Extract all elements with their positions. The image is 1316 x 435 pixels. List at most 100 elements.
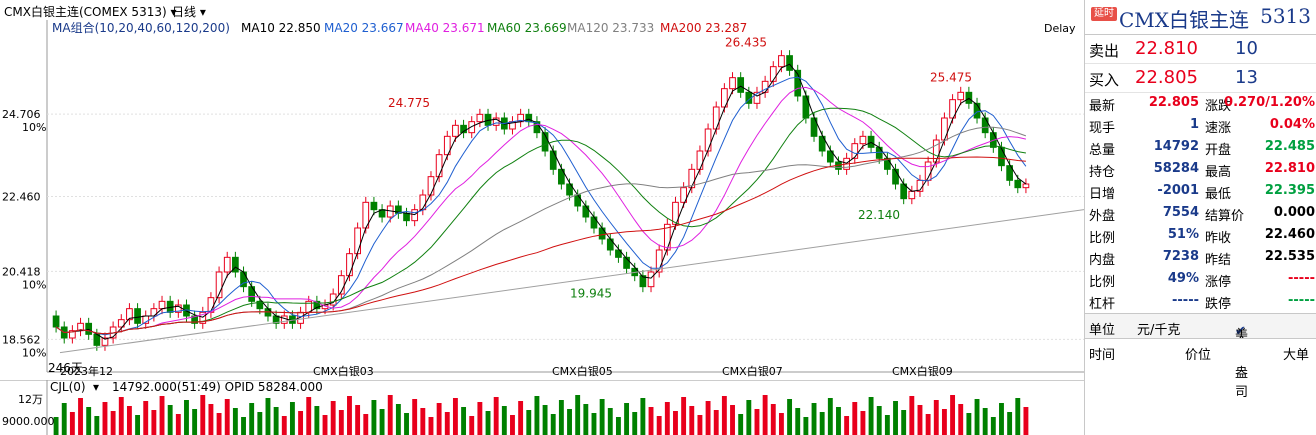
volume-bar	[208, 404, 214, 435]
volume-bar	[697, 415, 703, 435]
candle	[859, 135, 867, 145]
volume-bar	[558, 400, 564, 435]
candle	[1014, 179, 1022, 189]
stat-value: 22.485	[1264, 139, 1315, 154]
unit-value[interactable]: 元/千克	[1137, 319, 1180, 338]
candle	[452, 124, 459, 137]
volume-bar	[306, 397, 312, 435]
stat-value: 22.805	[1148, 95, 1199, 110]
volume-bar	[599, 399, 605, 435]
volume-bar	[852, 402, 858, 435]
stat-label: 最高	[1205, 165, 1232, 180]
stat-label: 昨收	[1205, 231, 1232, 246]
candle	[370, 201, 378, 211]
volume-bar	[982, 408, 988, 435]
candle	[908, 190, 916, 200]
candle	[786, 55, 793, 71]
stat-label: 最新	[1089, 99, 1116, 114]
volume-bar	[200, 395, 206, 435]
volume-bar	[656, 416, 662, 435]
volume-bar	[575, 395, 581, 435]
volume-bar	[461, 407, 467, 435]
y-tick-pct: 10%	[22, 121, 46, 134]
volume-bar	[550, 414, 556, 435]
volume-bar	[941, 409, 947, 435]
stat-value: 0.04%	[1269, 117, 1315, 132]
volume-bar	[844, 416, 850, 435]
candle	[468, 121, 476, 134]
instrument-title: CMX白银主连	[1119, 8, 1250, 32]
stat-value: 22.395	[1264, 183, 1315, 198]
volume-bar	[787, 399, 793, 435]
price-chart[interactable]: 24.70610%22.46020.41810%18.56210% 2023年1…	[0, 20, 1084, 380]
volume-bar	[893, 401, 898, 435]
volume-bar	[583, 404, 589, 435]
volume-bar	[966, 413, 972, 435]
volume-bar	[347, 396, 352, 435]
col-time: 时间	[1089, 348, 1116, 363]
volume-bar	[909, 396, 915, 435]
unit-label: 单位	[1089, 323, 1116, 338]
volume-chart[interactable]: CJL(0) ▾ 14792.000(51:49) OPID 58284.000…	[0, 380, 1084, 435]
volume-bar	[811, 403, 817, 435]
volume-bar	[901, 410, 907, 435]
period-dropdown[interactable]: 日线 ▾	[172, 3, 206, 20]
price-annotation: 26.435	[725, 36, 767, 50]
volume-bar	[314, 406, 320, 435]
candle	[998, 146, 1005, 167]
volume-bar	[664, 402, 670, 435]
stat-row: 比例 49% 涨停 -----	[1085, 268, 1316, 290]
volume-bar	[624, 403, 630, 435]
candle	[1022, 183, 1030, 189]
volume-bar	[526, 410, 532, 435]
stat-row: 总量 14792 开盘 22.485	[1085, 136, 1316, 158]
volume-bar	[241, 417, 246, 435]
volume-bar	[436, 403, 442, 435]
ask-price: 22.810	[1135, 38, 1198, 59]
bid-row: 买入 22.805 13	[1085, 63, 1316, 93]
stat-row: 持仓 58284 最高 22.810	[1085, 158, 1316, 180]
volume-bar	[94, 416, 100, 435]
stat-label: 速涨	[1205, 121, 1232, 136]
candle	[981, 117, 989, 134]
stat-value: 0.000	[1273, 205, 1315, 220]
volume-bar	[273, 407, 279, 435]
instrument-code: 5313	[1260, 4, 1311, 28]
volume-bar	[485, 411, 491, 435]
stat-label: 比例	[1089, 231, 1116, 246]
volume-bar	[974, 399, 980, 435]
volume-bar	[738, 414, 744, 435]
col-big: 大单	[1283, 348, 1310, 363]
volume-bar	[1007, 412, 1013, 435]
volume-bar	[705, 401, 711, 435]
stat-row: 外盘 7554 结算价 0.000	[1085, 202, 1316, 224]
x-tick-label: CMX白银09	[892, 364, 953, 378]
candle	[346, 253, 353, 277]
volume-bar	[224, 399, 230, 435]
candle	[85, 322, 93, 335]
ask-row: 卖出 22.810 10	[1085, 34, 1316, 64]
ma-combo-label[interactable]: MA组合(10,20,40,60,120,200)	[52, 20, 230, 35]
volume-bar	[632, 412, 638, 435]
stat-value: 7554	[1162, 205, 1199, 220]
volume-bar	[762, 395, 768, 435]
volume-bar	[477, 402, 483, 435]
volume-bar	[265, 398, 271, 435]
volume-indicator-label[interactable]: CJL(0)	[50, 380, 86, 394]
volume-bar	[1023, 407, 1029, 435]
volume-bar	[420, 408, 426, 435]
volume-bar	[61, 403, 67, 435]
symbol-dropdown[interactable]: CMX白银主连(COMEX 5313) ▾	[4, 3, 177, 20]
chevron-down-icon[interactable]: ▾	[93, 380, 99, 394]
stat-label: 比例	[1089, 275, 1116, 290]
volume-bar	[444, 412, 450, 435]
candle	[867, 135, 875, 148]
price-annotation: 25.475	[930, 70, 972, 84]
volume-bar	[542, 405, 548, 435]
x-tick-label: CMX白银07	[722, 364, 783, 378]
stat-value: 51%	[1167, 227, 1199, 242]
candle	[158, 300, 166, 310]
volume-bar	[86, 407, 92, 435]
volume-bar	[428, 417, 434, 435]
stat-label: 杠杆	[1089, 297, 1116, 312]
